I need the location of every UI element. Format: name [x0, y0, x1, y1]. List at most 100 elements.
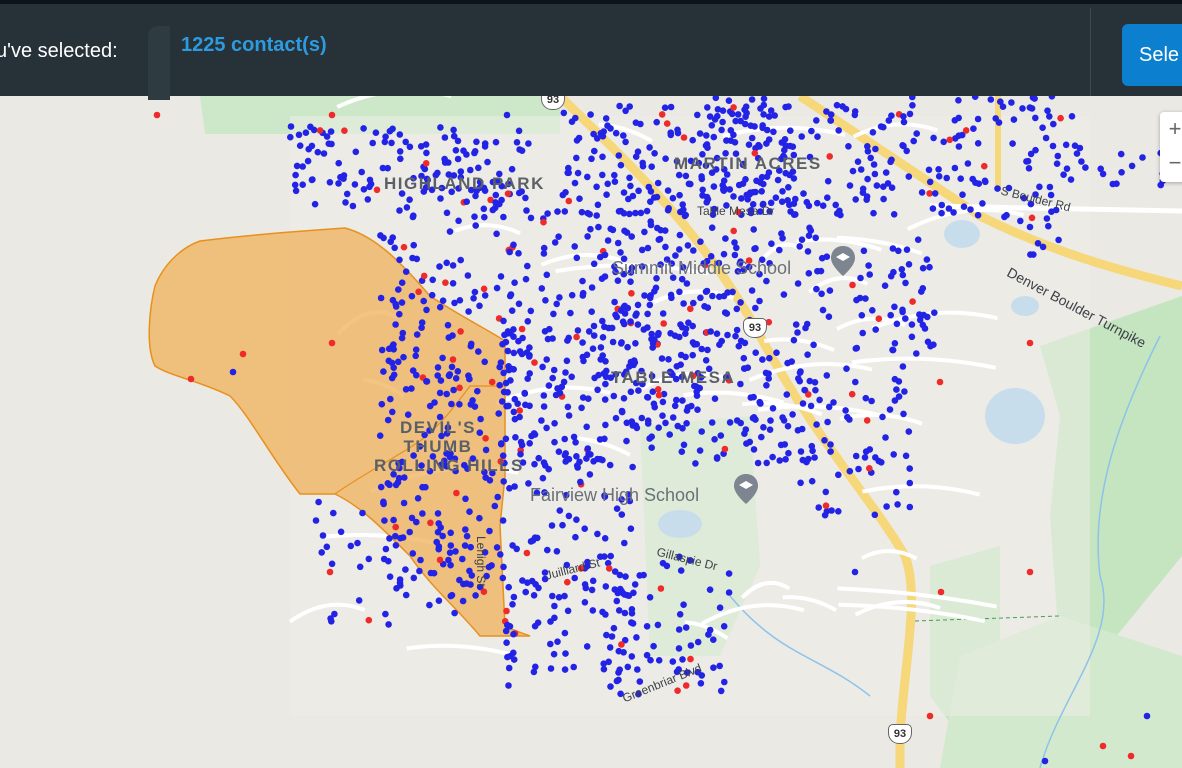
contact-marker[interactable] — [429, 276, 437, 284]
contact-marker[interactable] — [1049, 142, 1057, 150]
contact-marker[interactable] — [719, 107, 727, 114]
contact-marker[interactable] — [716, 341, 723, 348]
contact-marker[interactable] — [406, 528, 414, 536]
contact-marker[interactable] — [606, 461, 614, 469]
contact-marker[interactable] — [940, 138, 947, 146]
contact-marker[interactable] — [467, 166, 474, 174]
contact-marker[interactable] — [851, 568, 859, 576]
contact-marker[interactable] — [287, 123, 295, 130]
contact-marker[interactable] — [359, 509, 366, 517]
contact-marker[interactable] — [541, 328, 549, 335]
contact-marker[interactable] — [543, 424, 550, 432]
contact-marker[interactable] — [380, 368, 387, 375]
contact-marker[interactable] — [908, 333, 916, 341]
contact-marker[interactable] — [668, 294, 675, 302]
contact-marker[interactable] — [570, 433, 578, 441]
flagged-contact-marker[interactable] — [1026, 568, 1034, 576]
contact-marker[interactable] — [926, 263, 933, 271]
contact-marker[interactable] — [441, 134, 449, 141]
contact-marker[interactable] — [888, 184, 896, 191]
contact-marker[interactable] — [599, 153, 606, 161]
contact-marker[interactable] — [434, 510, 442, 517]
flagged-contact-marker[interactable] — [564, 578, 571, 586]
contact-marker[interactable] — [457, 256, 465, 264]
contact-marker[interactable] — [794, 280, 802, 287]
contact-marker[interactable] — [392, 300, 400, 308]
contact-marker[interactable] — [623, 437, 630, 445]
contact-marker[interactable] — [573, 516, 580, 523]
contact-marker[interactable] — [292, 171, 299, 179]
contact-marker[interactable] — [599, 334, 607, 341]
contact-marker[interactable] — [925, 166, 933, 174]
contact-marker[interactable] — [824, 177, 832, 185]
contact-marker[interactable] — [589, 607, 597, 614]
contact-marker[interactable] — [905, 173, 913, 180]
contact-marker[interactable] — [638, 246, 646, 254]
contact-marker[interactable] — [638, 414, 646, 422]
contact-marker[interactable] — [895, 393, 903, 400]
contact-marker[interactable] — [743, 109, 750, 117]
contact-marker[interactable] — [616, 666, 623, 673]
contact-marker[interactable] — [752, 416, 759, 423]
contact-marker[interactable] — [620, 303, 627, 311]
contact-marker[interactable] — [741, 120, 749, 128]
contact-marker[interactable] — [675, 626, 683, 633]
contact-marker[interactable] — [622, 138, 629, 146]
contact-marker[interactable] — [392, 542, 400, 549]
contact-marker[interactable] — [738, 195, 745, 202]
contact-marker[interactable] — [562, 189, 569, 196]
contact-marker[interactable] — [555, 448, 563, 456]
contact-marker[interactable] — [659, 412, 666, 420]
contact-marker[interactable] — [862, 448, 870, 455]
contact-marker[interactable] — [486, 527, 493, 535]
contact-marker[interactable] — [564, 607, 572, 615]
contact-marker[interactable] — [880, 123, 887, 131]
contact-marker[interactable] — [467, 543, 475, 551]
contact-marker[interactable] — [785, 103, 792, 110]
contact-marker[interactable] — [433, 538, 441, 546]
contact-marker[interactable] — [716, 604, 724, 611]
contact-marker[interactable] — [498, 398, 506, 405]
contact-marker[interactable] — [955, 132, 963, 139]
contact-marker[interactable] — [725, 589, 733, 596]
contact-marker[interactable] — [780, 291, 788, 298]
contact-marker[interactable] — [905, 261, 913, 268]
contact-marker[interactable] — [694, 111, 701, 119]
contact-marker[interactable] — [413, 331, 421, 338]
contact-marker[interactable] — [553, 548, 561, 555]
contact-marker[interactable] — [620, 132, 627, 139]
contact-marker[interactable] — [455, 217, 462, 225]
contact-marker[interactable] — [445, 334, 453, 341]
contact-marker[interactable] — [1019, 105, 1026, 112]
contact-marker[interactable] — [299, 181, 307, 188]
contact-marker[interactable] — [496, 381, 504, 389]
contact-marker[interactable] — [409, 550, 417, 557]
contact-marker[interactable] — [509, 542, 516, 549]
contact-marker[interactable] — [694, 638, 702, 646]
contact-marker[interactable] — [392, 481, 400, 489]
contact-marker[interactable] — [470, 295, 477, 302]
contact-marker[interactable] — [601, 435, 608, 443]
contact-marker[interactable] — [527, 538, 535, 545]
contact-marker[interactable] — [733, 305, 741, 313]
contact-marker[interactable] — [689, 351, 696, 359]
flagged-contact-marker[interactable] — [523, 549, 531, 557]
contact-marker[interactable] — [449, 280, 457, 287]
contact-marker[interactable] — [476, 514, 483, 522]
contact-marker[interactable] — [488, 562, 495, 569]
contact-marker[interactable] — [471, 288, 479, 296]
contact-marker[interactable] — [500, 388, 508, 396]
contact-marker[interactable] — [800, 190, 807, 197]
contact-marker[interactable] — [385, 557, 392, 565]
contact-marker[interactable] — [335, 159, 343, 167]
contact-marker[interactable] — [561, 592, 568, 600]
contact-marker[interactable] — [842, 407, 849, 414]
contact-marker[interactable] — [591, 374, 598, 382]
contact-marker[interactable] — [696, 130, 704, 137]
contact-marker[interactable] — [607, 683, 614, 690]
contact-marker[interactable] — [655, 329, 662, 337]
contact-marker[interactable] — [1139, 154, 1146, 161]
contact-marker[interactable] — [627, 318, 634, 325]
contact-marker[interactable] — [559, 521, 566, 529]
contact-marker[interactable] — [525, 140, 532, 147]
